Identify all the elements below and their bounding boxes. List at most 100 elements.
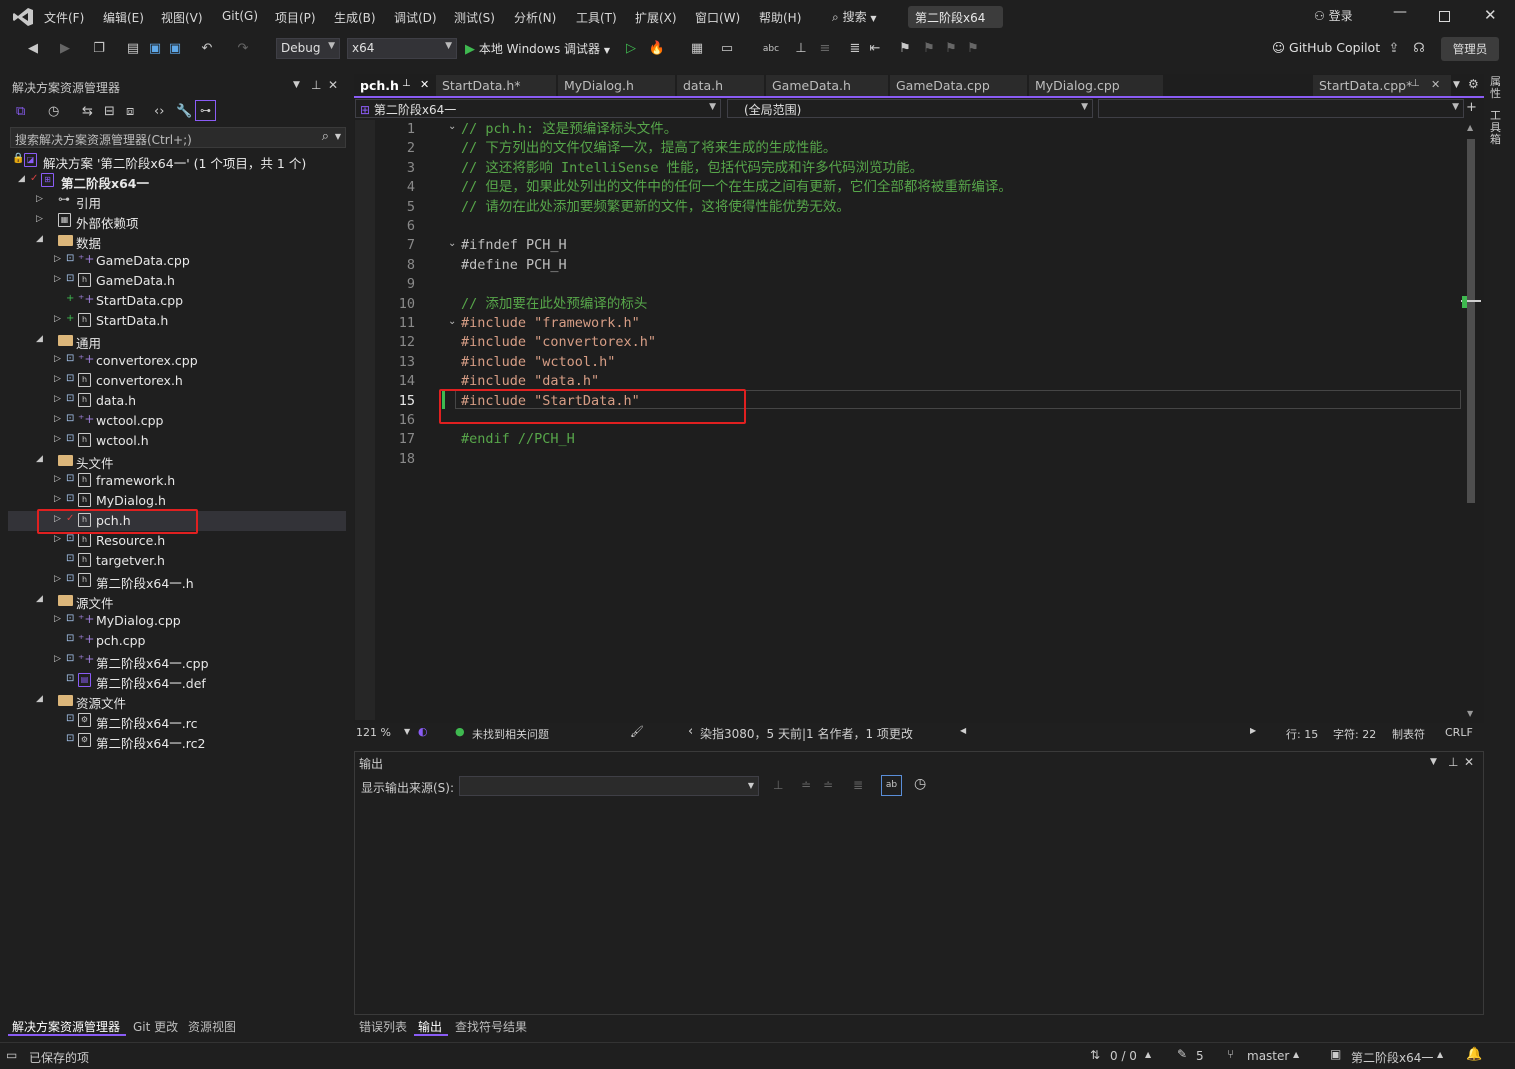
branch-name[interactable]: master [1247, 1049, 1289, 1063]
go-to-line-icon[interactable]: ⊥ [773, 778, 783, 792]
vertical-scrollbar[interactable]: ▲ ▼ [1464, 121, 1478, 721]
indent-icon[interactable]: ≣ [846, 40, 864, 58]
output-source-dropdown[interactable]: ▼ [459, 776, 759, 796]
platform-dropdown[interactable]: x64 ▼ [347, 38, 457, 59]
code-line[interactable]: // pch.h: 这是预编译标头文件。 [461, 120, 677, 139]
blame-info[interactable]: 染指3080，5 天前|1 名作者，1 项更改 [700, 725, 913, 742]
indent-mode[interactable]: 制表符 [1392, 726, 1425, 742]
pencil-icon[interactable]: ✎ [1177, 1047, 1187, 1061]
tree-item[interactable]: ▷ ⊡ ⁺+ convertorex.cpp [8, 351, 346, 371]
hot-reload-icon[interactable]: 🔥 [648, 40, 666, 58]
window-layout-icon[interactable]: ▭ [718, 40, 736, 58]
fold-icon[interactable]: ⌄ [448, 316, 456, 327]
config-dropdown[interactable]: Debug ▼ [276, 38, 340, 59]
scroll-down-icon[interactable]: ▼ [1467, 709, 1473, 718]
close-panel-icon[interactable]: ✕ [328, 78, 338, 92]
collapsed-chevron-icon[interactable]: ▷ [54, 354, 61, 364]
panel-options-icon[interactable]: ▼ [1430, 757, 1437, 767]
bookmark-icon[interactable]: ⚑ [896, 40, 914, 58]
scroll-up-icon[interactable]: ▲ [1467, 123, 1473, 132]
undo-icon[interactable]: ↶ [198, 40, 216, 58]
collapsed-chevron-icon[interactable]: ▷ [54, 534, 61, 544]
bottom-tab-left-0[interactable]: 解决方案资源管理器 [12, 1018, 120, 1035]
collapsed-chevron-icon[interactable]: ▷ [54, 434, 61, 444]
chevron-left-icon[interactable]: ‹ [688, 724, 693, 739]
tab-overflow-icon[interactable]: ▼ [1453, 80, 1460, 90]
hscroll-right-icon[interactable]: ▶ [1250, 726, 1256, 735]
notifications-bell-icon[interactable]: 🔔 [1466, 1047, 1482, 1062]
menu-item-6[interactable]: 调试(D) [394, 9, 437, 26]
chevron-up-icon[interactable]: ▲ [1145, 1050, 1151, 1059]
back-icon[interactable]: ◀ [24, 40, 42, 58]
chevron-up-icon[interactable]: ▲ [1437, 1050, 1443, 1059]
menu-item-11[interactable]: 窗口(W) [695, 9, 740, 26]
word-wrap-icon[interactable]: ab [881, 775, 902, 796]
menu-item-4[interactable]: 项目(P) [275, 9, 316, 26]
solution-node[interactable]: 🔒 ◪ 解决方案 '第二阶段x64一' (1 个项目，共 1 个) [8, 151, 346, 171]
save-all-icon[interactable]: ▣ [166, 40, 184, 58]
next-bookmark-icon[interactable]: ⚑ [942, 40, 960, 58]
bottom-tab-right-0[interactable]: 错误列表 [359, 1018, 407, 1035]
code-line[interactable]: // 下方列出的文件仅编译一次，提高了将来生成的生成性能。 [461, 139, 836, 158]
close-icon[interactable]: ✕ [420, 78, 429, 91]
spell-check-icon[interactable]: abc [762, 40, 780, 58]
tree-item[interactable]: ◢ 源文件 [8, 591, 346, 611]
bottom-tab-left-1[interactable]: Git 更改 [133, 1018, 178, 1035]
chevron-down-icon[interactable]: ▼ [404, 727, 410, 736]
tab-4[interactable]: GameData.h [766, 75, 888, 97]
collapsed-chevron-icon[interactable]: ▷ [54, 494, 61, 504]
code-line[interactable]: // 这还将影响 IntelliSense 性能，包括代码完成和许多代码浏览功能… [461, 159, 923, 178]
tree-item[interactable]: ▷ ⊡ h wctool.h [8, 431, 346, 451]
collapsed-chevron-icon[interactable]: ▷ [54, 314, 61, 324]
collapsed-chevron-icon[interactable]: ▷ [54, 414, 61, 424]
pin-icon[interactable]: ⊥ [402, 78, 411, 89]
settings-gear-icon[interactable]: ⚙ [1468, 77, 1479, 91]
hscroll-left-icon[interactable]: ◀ [960, 726, 966, 735]
prev-message-icon[interactable]: ≐ [801, 778, 811, 792]
close-panel-icon[interactable]: ✕ [1464, 755, 1474, 769]
properties-wrench-icon[interactable]: 🔧 [176, 104, 192, 119]
vs-logo-icon[interactable] [12, 7, 34, 27]
expanded-chevron-icon[interactable]: ◢ [36, 234, 43, 244]
code-line[interactable]: #include "wctool.h" [461, 353, 615, 372]
feedback-icon[interactable]: ☊ [1410, 40, 1428, 58]
member-scope-dropdown[interactable]: (全局范围) ▼ [727, 99, 1093, 118]
collapsed-chevron-icon[interactable]: ▷ [54, 654, 61, 664]
sync-count[interactable]: 0 / 0 [1110, 1049, 1137, 1063]
collapsed-chevron-icon[interactable]: ▷ [54, 374, 61, 384]
menu-item-8[interactable]: 分析(N) [514, 9, 556, 26]
tree-item[interactable]: ◢ 通用 [8, 331, 346, 351]
issues-status[interactable]: 未找到相关问题 [472, 726, 549, 742]
collapsed-chevron-icon[interactable]: ▷ [54, 394, 61, 404]
menu-item-9[interactable]: 工具(T) [576, 9, 617, 26]
tab-startdata-cpp[interactable]: StartData.cpp* ⊥ ✕ [1313, 75, 1451, 97]
collapsed-chevron-icon[interactable]: ▷ [54, 574, 61, 584]
login-button[interactable]: ⚇ 登录 [1314, 7, 1353, 24]
tree-item[interactable]: + ⁺+ StartData.cpp [8, 291, 346, 311]
code-line[interactable]: #include "framework.h" [461, 314, 640, 333]
preview-icon[interactable]: ⊶ [195, 100, 216, 121]
collapsed-chevron-icon[interactable]: ▷ [36, 214, 43, 224]
pin-icon[interactable]: ⊥ [311, 78, 321, 92]
vs-switch-views-icon[interactable]: ⧉ [16, 104, 25, 119]
tree-item[interactable]: ◢ 头文件 [8, 451, 346, 471]
menu-item-10[interactable]: 扩展(X) [635, 9, 677, 26]
cleanup-brush-icon[interactable]: 🖌 [630, 725, 644, 738]
tree-item[interactable]: ▷ ⊶ 引用 [8, 191, 346, 211]
line-position[interactable]: 行: 15 [1286, 726, 1318, 742]
start-debug-button[interactable]: ▶ 本地 Windows 调试器 ▼ [465, 40, 610, 57]
tree-item[interactable]: ▷ ⊡ ⁺+ 第二阶段x64一.cpp [8, 651, 346, 671]
tree-item[interactable]: ▷ ⊡ h Resource.h [8, 531, 346, 551]
line-ending[interactable]: CRLF [1445, 726, 1473, 739]
new-project-icon[interactable]: ❐ [90, 40, 108, 58]
menu-item-3[interactable]: Git(G) [222, 9, 258, 23]
tree-item[interactable]: ▷ ▦ 外部依赖项 [8, 211, 346, 231]
tree-item[interactable]: ◢ 资源文件 [8, 691, 346, 711]
menu-item-2[interactable]: 视图(V) [161, 9, 203, 26]
maximize-icon[interactable] [1439, 11, 1450, 22]
code-line[interactable]: // 请勿在此处添加要频繁更新的文件，这将使得性能优势无效。 [461, 198, 850, 217]
tree-item[interactable]: ▷ ⊡ h MyDialog.h [8, 491, 346, 511]
project-repo-name[interactable]: 第二阶段x64一 [1351, 1049, 1433, 1066]
solution-explorer-icon[interactable]: ▦ [688, 40, 706, 58]
github-copilot-button[interactable]: ☺ GitHub Copilot [1272, 40, 1380, 55]
